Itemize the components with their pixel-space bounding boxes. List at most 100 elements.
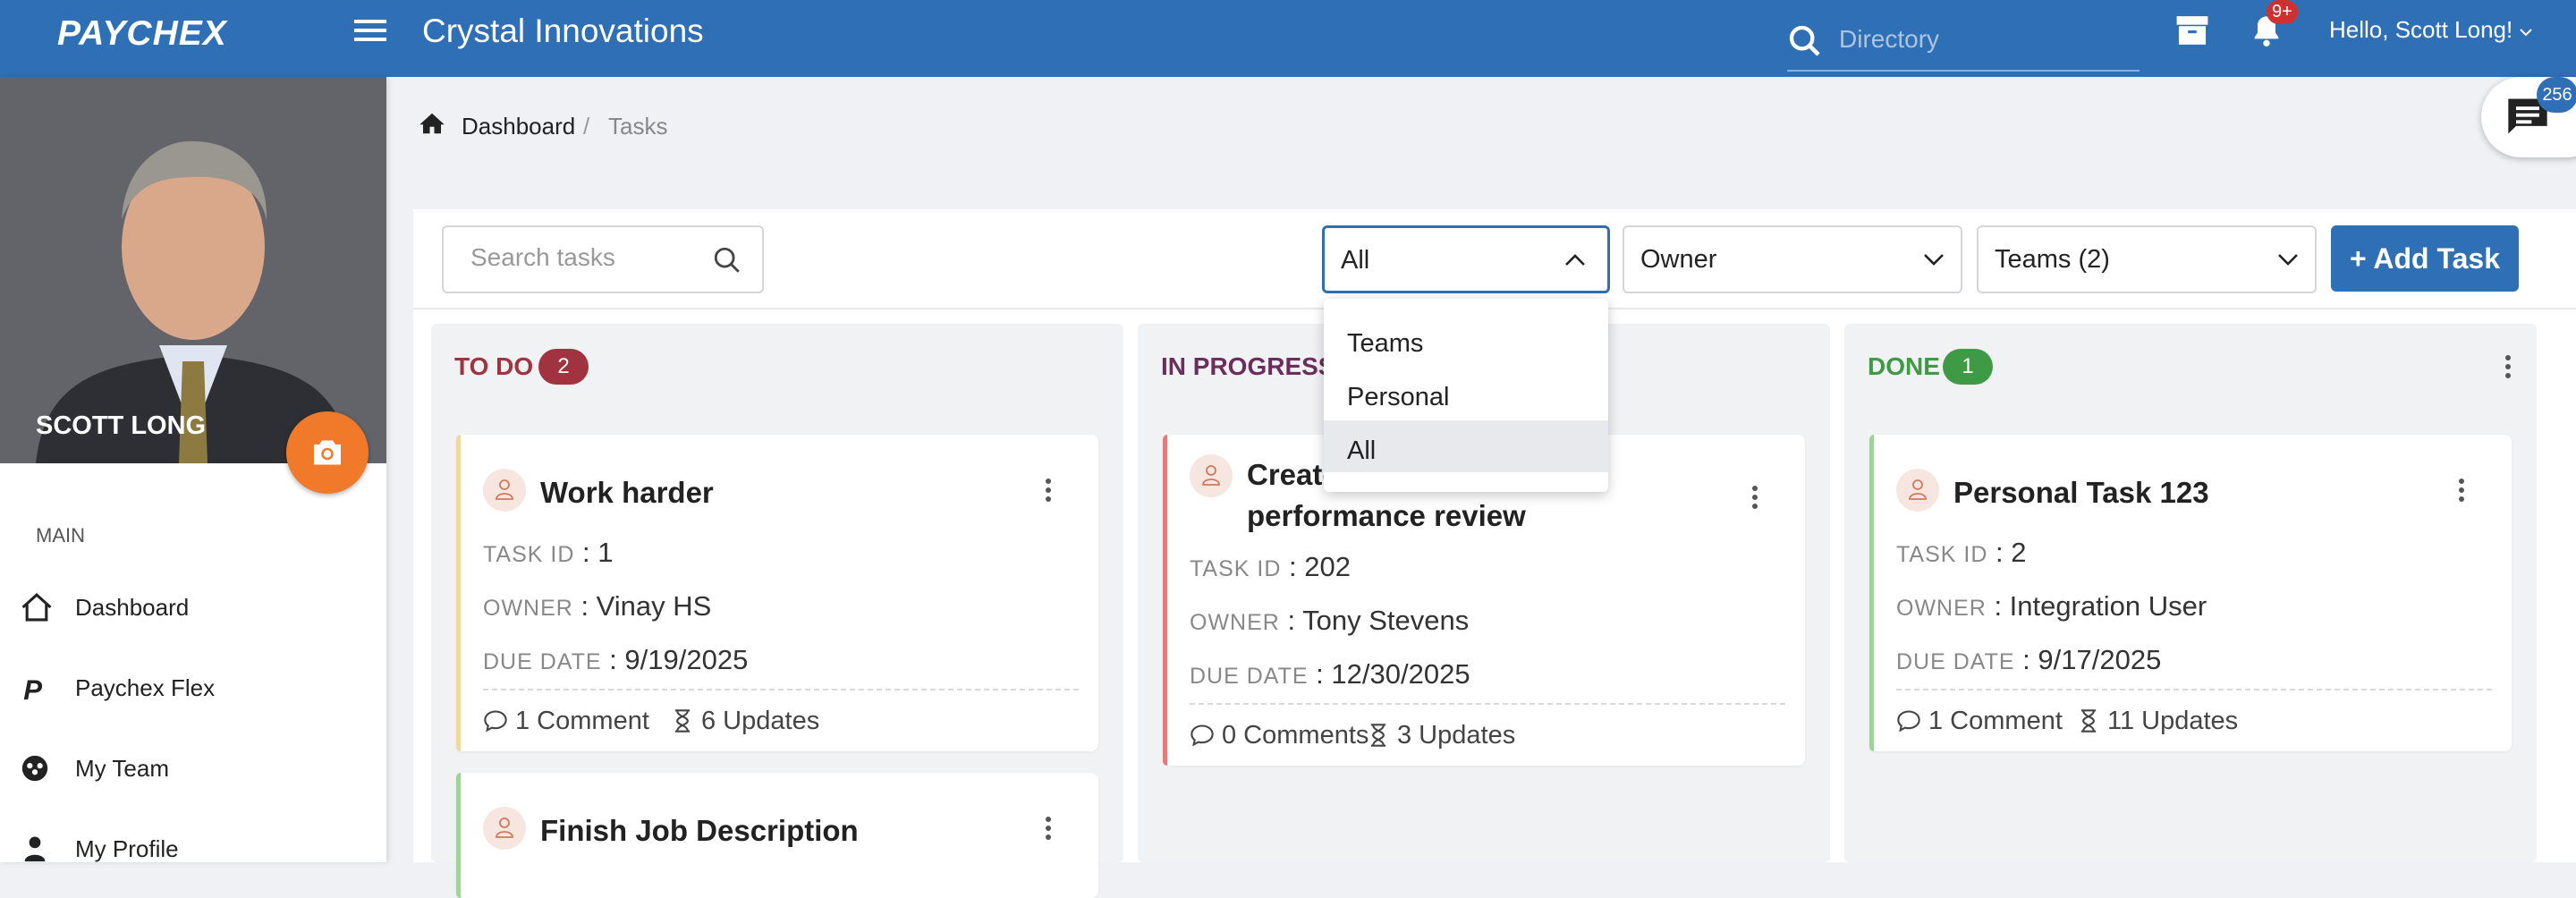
sidebar-item-dashboard[interactable]: Dashboard: [20, 585, 377, 630]
field-label: DUE DATE: [483, 649, 602, 674]
home-icon: [21, 593, 52, 622]
hourglass-icon: [2080, 709, 2097, 733]
task-id-row: TASK ID : 1: [483, 537, 614, 568]
directory-search[interactable]: Directory: [1787, 16, 2140, 72]
avatar: [1896, 469, 1939, 512]
sidebar-item-my-profile[interactable]: My Profile: [20, 826, 377, 871]
task-title[interactable]: Finish Job Description: [540, 810, 859, 851]
comments-text: 1 Comment: [515, 707, 649, 735]
task-id-row: TASK ID : 2: [1896, 537, 2027, 568]
paychex-logo[interactable]: PAYCHEX: [57, 14, 227, 54]
more-options-icon[interactable]: [1045, 816, 1052, 841]
user-menu[interactable]: Hello, Scott Long!: [2329, 16, 2533, 44]
scope-select-value: All: [1341, 246, 1370, 275]
task-card[interactable]: Work harder TASK ID : 1 OWNER : Vinay HS…: [456, 435, 1098, 751]
card-accent: [1869, 435, 1874, 751]
avatar: [0, 77, 386, 463]
updates-text: 11 Updates: [2107, 707, 2239, 735]
field-label: DUE DATE: [1896, 649, 2015, 674]
column-count-badge: 1: [1943, 349, 1993, 385]
more-options-icon[interactable]: [1751, 485, 1758, 510]
owner-value: Tony Stevens: [1302, 605, 1470, 636]
dropdown-option-teams[interactable]: Teams: [1324, 313, 1608, 365]
person-outline-icon: [1202, 465, 1220, 486]
field-label: OWNER: [1190, 610, 1280, 635]
column-title: IN PROGRESS: [1161, 352, 1335, 380]
sidebar-item-paychex-flex[interactable]: P Paychex Flex: [20, 665, 377, 710]
company-name: Crystal Innovations: [422, 13, 704, 49]
more-options-icon[interactable]: [1045, 478, 1052, 503]
due-date-value: 9/19/2025: [624, 644, 749, 675]
field-label: OWNER: [1896, 596, 1987, 621]
hamburger-menu-icon[interactable]: [354, 20, 386, 47]
column-done: DONE 1 Personal Task 123 TASK ID : 2 OWN…: [1844, 324, 2537, 862]
dropdown-option-personal[interactable]: Personal: [1324, 367, 1608, 419]
team-icon: [21, 755, 48, 782]
task-title-line: performance review: [1247, 499, 1526, 532]
owner-select[interactable]: Owner: [1623, 225, 1962, 293]
avatar: [483, 469, 526, 512]
teams-select[interactable]: Teams (2): [1977, 225, 2317, 293]
updates-count[interactable]: 3 Updates: [1367, 721, 1515, 750]
hourglass-icon: [674, 709, 691, 733]
field-label: DUE DATE: [1190, 664, 1309, 689]
greeting-text: Hello, Scott Long!: [2329, 16, 2513, 43]
task-id-row: TASK ID : 202: [1190, 551, 1351, 582]
change-photo-button[interactable]: [286, 411, 369, 494]
comments-count[interactable]: 1 Comment: [483, 707, 649, 736]
field-label: TASK ID: [1896, 542, 1988, 567]
due-date-value: 12/30/2025: [1331, 658, 1470, 690]
more-options-icon[interactable]: [2504, 354, 2512, 379]
column-todo: TO DO 2 Work harder TASK ID : 1 OWNER : …: [431, 324, 1123, 898]
task-id-value: 1: [597, 537, 614, 568]
avatar: [1190, 454, 1233, 497]
search-input[interactable]: [470, 243, 703, 272]
breadcrumb-tasks: Tasks: [608, 113, 668, 140]
due-date-row: DUE DATE : 12/30/2025: [1190, 658, 1470, 690]
more-options-icon[interactable]: [2458, 478, 2465, 503]
updates-count[interactable]: 6 Updates: [671, 707, 819, 736]
card-accent: [456, 773, 461, 898]
svg-text:P: P: [23, 674, 42, 703]
breadcrumb-separator: /: [583, 113, 590, 140]
scope-dropdown-menu: Teams Personal All: [1324, 299, 1608, 492]
owner-row: OWNER : Tony Stevens: [1190, 605, 1470, 636]
person-outline-icon: [496, 818, 513, 838]
card-accent: [456, 435, 461, 751]
divider: [1896, 689, 2492, 690]
task-title[interactable]: Work harder: [540, 472, 714, 513]
archive-icon[interactable]: [2175, 14, 2209, 47]
section-label: MAIN: [36, 524, 85, 546]
person-icon: [24, 836, 46, 862]
chevron-up-icon: [1565, 254, 1585, 266]
task-card[interactable]: Finish Job Description: [456, 773, 1098, 898]
directory-placeholder: Directory: [1839, 25, 1940, 53]
camera-icon: [314, 440, 341, 465]
breadcrumb-dashboard[interactable]: Dashboard: [462, 113, 575, 140]
comments-count[interactable]: 0 Comments: [1190, 721, 1368, 750]
task-title[interactable]: Personal Task 123: [1953, 472, 2209, 513]
dropdown-option-all[interactable]: All: [1324, 420, 1608, 472]
comments-count[interactable]: 1 Comment: [1896, 707, 2063, 736]
scope-select[interactable]: All: [1322, 225, 1610, 293]
updates-text: 3 Updates: [1397, 721, 1516, 750]
search-tasks-field[interactable]: [442, 225, 764, 293]
chevron-down-icon: [2278, 254, 2298, 266]
card-accent: [1163, 435, 1167, 766]
chat-badge: 256: [2537, 77, 2576, 113]
comments-text: 1 Comment: [1928, 707, 2063, 735]
sidebar-item-my-team[interactable]: My Team: [20, 746, 377, 791]
add-task-button[interactable]: + Add Task: [2331, 225, 2519, 292]
top-bar: PAYCHEX Crystal Innovations Directory 9+…: [0, 0, 2576, 77]
task-card[interactable]: Personal Task 123 TASK ID : 2 OWNER : In…: [1869, 435, 2512, 751]
avatar: [483, 807, 526, 850]
person-outline-icon: [1909, 479, 1927, 500]
column-count-badge: 2: [538, 349, 589, 385]
search-icon: [714, 247, 740, 273]
teams-select-value: Teams (2): [1995, 245, 2110, 274]
updates-count[interactable]: 11 Updates: [2077, 707, 2238, 736]
owner-row: OWNER : Integration User: [1896, 590, 2207, 622]
field-label: TASK ID: [483, 542, 575, 567]
home-icon[interactable]: [419, 111, 445, 136]
search-icon: [1789, 25, 1820, 56]
